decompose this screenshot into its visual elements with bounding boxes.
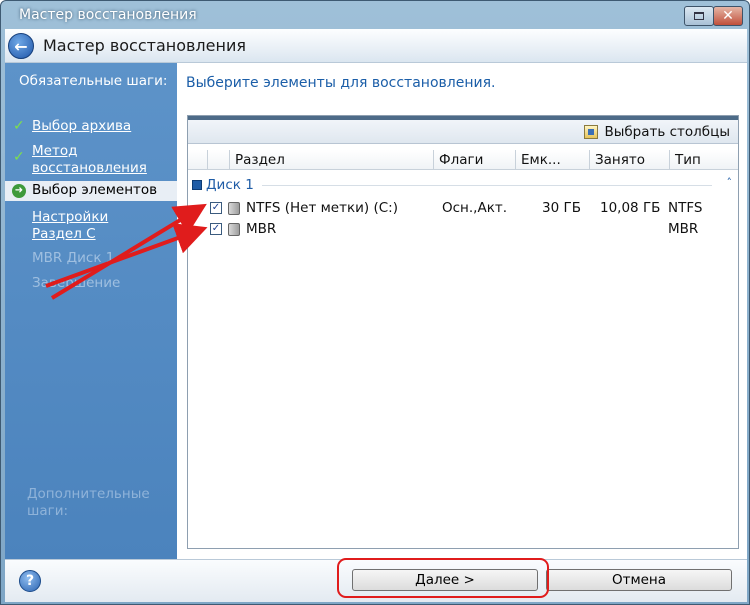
close-icon: ✕ — [722, 8, 734, 24]
header-title: Мастер восстановления — [43, 36, 246, 55]
restore-icon — [694, 12, 704, 20]
group-label: Диск 1 — [206, 177, 254, 193]
checkmark-icon: ✓ — [13, 118, 25, 134]
back-button[interactable]: ← — [8, 33, 34, 59]
cell-partition: MBR — [246, 221, 277, 237]
restore-button[interactable] — [684, 6, 714, 26]
next-button-annotation — [337, 558, 549, 598]
group-divider — [262, 185, 712, 186]
step-label: MBR Диск 1 — [32, 250, 115, 266]
step-label: Настройки Раздел С — [32, 209, 109, 242]
step-mbr-disk-1: MBR Диск 1 — [5, 250, 177, 268]
wizard-steps-sidebar: Обязательные шаги: ✓ Выбор архива ✓ Мето… — [5, 63, 177, 559]
required-steps-heading: Обязательные шаги: — [19, 73, 168, 89]
step-select-items[interactable]: ➜ Выбор элементов — [5, 181, 177, 201]
cell-capacity: 30 ГБ — [542, 200, 581, 216]
columns-icon — [584, 125, 599, 139]
step-settings-partition-c[interactable]: Настройки Раздел С — [5, 209, 177, 245]
table-header: Раздел Флаги Емк... Занято Тип — [188, 150, 738, 170]
toolbar-strip — [188, 116, 738, 120]
panel-toolbar: Выбрать столбцы — [188, 116, 738, 144]
step-label: Завершение — [32, 275, 121, 291]
step-finish: Завершение — [5, 275, 177, 293]
table-row[interactable]: ✓ NTFS (Нет метки) (C:) Осн.,Акт. 30 ГБ … — [188, 198, 738, 218]
help-icon: ? — [25, 573, 35, 589]
partition-icon — [228, 223, 240, 236]
cell-type: MBR — [668, 221, 699, 237]
help-button[interactable]: ? — [19, 570, 41, 592]
step-select-archive[interactable]: ✓ Выбор архива — [5, 118, 177, 136]
wizard-window: Мастер восстановления ✕ ← Мастер восстан… — [0, 0, 750, 605]
header-spacer — [188, 150, 208, 170]
column-header-flags[interactable]: Флаги — [434, 150, 516, 170]
step-recovery-method[interactable]: ✓ Метод восстановления — [5, 143, 177, 179]
disk-group-icon — [192, 180, 202, 190]
step-label: Выбор архива — [32, 118, 132, 134]
back-arrow-icon: ← — [14, 36, 28, 56]
items-panel: Выбрать столбцы Раздел Флаги Емк... Заня… — [187, 115, 739, 549]
checkmark-icon: ✓ — [13, 149, 25, 165]
wizard-header: ← Мастер восстановления — [5, 29, 747, 63]
column-header-used[interactable]: Занято — [590, 150, 670, 170]
column-header-type[interactable]: Тип — [670, 150, 738, 170]
partition-icon — [228, 202, 240, 215]
table-row[interactable]: ✓ MBR MBR — [188, 219, 738, 239]
step-label: Выбор элементов — [32, 182, 158, 198]
cell-flags: Осн.,Акт. — [442, 200, 508, 216]
cell-type: NTFS — [668, 200, 703, 216]
column-header-capacity[interactable]: Емк... — [516, 150, 590, 170]
content-title: Выберите элементы для восстановления. — [186, 75, 496, 91]
column-header-partition[interactable]: Раздел — [230, 150, 434, 170]
row-checkbox[interactable]: ✓ — [210, 223, 222, 235]
cell-used: 10,08 ГБ — [600, 200, 661, 216]
current-step-arrow-icon: ➜ — [12, 184, 26, 198]
row-checkbox[interactable]: ✓ — [210, 202, 222, 214]
close-button[interactable]: ✕ — [713, 6, 743, 26]
window-title: Мастер восстановления — [19, 7, 197, 23]
group-disk-1[interactable]: Диск 1 ˄ — [192, 176, 732, 194]
header-checkbox-col — [208, 150, 230, 170]
step-label: Метод восстановления — [32, 143, 147, 176]
optional-steps-heading: Дополнительные шаги: — [27, 486, 150, 519]
choose-columns-label: Выбрать столбцы — [604, 124, 730, 140]
collapse-chevron-icon[interactable]: ˄ — [727, 176, 733, 189]
choose-columns-button[interactable]: Выбрать столбцы — [584, 124, 730, 140]
cell-partition: NTFS (Нет метки) (C:) — [246, 200, 398, 216]
title-bar[interactable]: Мастер восстановления ✕ — [1, 1, 749, 29]
cancel-button[interactable]: Отмена — [546, 569, 732, 591]
main-content: Выберите элементы для восстановления. Вы… — [177, 63, 747, 559]
